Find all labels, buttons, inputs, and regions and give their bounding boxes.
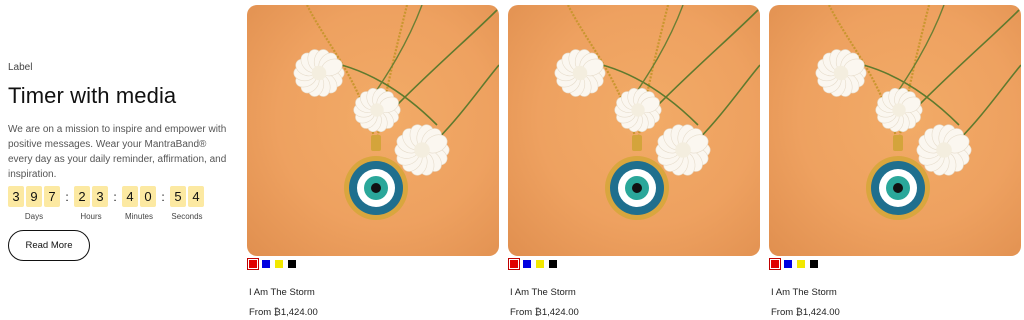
timer-digit: 0 <box>140 186 156 207</box>
color-swatches <box>508 258 557 270</box>
timer-unit-label: Hours <box>80 212 102 221</box>
product-card[interactable] <box>769 5 1021 256</box>
color-swatch[interactable] <box>536 260 544 268</box>
timer-digit: 9 <box>26 186 42 207</box>
product-image[interactable] <box>508 5 760 256</box>
timer-separator: : <box>113 189 117 204</box>
timer-separator: : <box>65 189 69 204</box>
timer-digit: 5 <box>170 186 186 207</box>
section-eyebrow: Label <box>8 62 33 73</box>
timer-unit-minutes: 4 0 Minutes <box>122 186 156 221</box>
section-title: Timer with media <box>8 83 177 108</box>
timer-digit: 3 <box>8 186 24 207</box>
timer-with-media-section: Label Timer with media We are on a missi… <box>0 0 1024 320</box>
color-swatch[interactable] <box>549 260 557 268</box>
timer-digit: 4 <box>188 186 204 207</box>
product-price: From ₿1,424.00 <box>510 307 579 318</box>
product-card[interactable] <box>247 5 499 256</box>
color-swatch[interactable] <box>262 260 270 268</box>
color-swatch[interactable] <box>810 260 818 268</box>
timer-digit: 7 <box>44 186 60 207</box>
timer-unit-days: 3 9 7 Days <box>8 186 60 221</box>
section-description: We are on a mission to inspire and empow… <box>8 124 227 180</box>
color-swatch[interactable] <box>247 258 259 270</box>
color-swatches <box>247 258 296 270</box>
timer-unit-label: Minutes <box>124 212 153 221</box>
color-swatch[interactable] <box>797 260 805 268</box>
product-title[interactable]: I Am The Storm <box>771 287 837 298</box>
timer-digit: 3 <box>92 186 108 207</box>
timer-unit-label: Days <box>24 212 44 221</box>
product-title[interactable]: I Am The Storm <box>510 287 576 298</box>
color-swatch[interactable] <box>523 260 531 268</box>
product-card[interactable] <box>508 5 760 256</box>
product-price: From ₿1,424.00 <box>771 307 840 318</box>
countdown-timer: 3 9 7 Days:2 3 Hours:4 0 Minutes:5 4 Seconds <box>8 186 204 221</box>
color-swatches <box>769 258 818 270</box>
timer-separator: : <box>161 189 165 204</box>
timer-unit-hours: 2 3 Hours <box>74 186 108 221</box>
timer-digit: 4 <box>122 186 138 207</box>
product-image[interactable] <box>769 5 1021 256</box>
color-swatch[interactable] <box>784 260 792 268</box>
read-more-button[interactable]: Read More <box>8 230 90 261</box>
color-swatch[interactable] <box>275 260 283 268</box>
timer-unit-label: Seconds <box>171 212 203 221</box>
color-swatch[interactable] <box>769 258 781 270</box>
color-swatch[interactable] <box>288 260 296 268</box>
product-title[interactable]: I Am The Storm <box>249 287 315 298</box>
product-image[interactable] <box>247 5 499 256</box>
timer-digit: 2 <box>74 186 90 207</box>
product-price: From ₿1,424.00 <box>249 307 318 318</box>
timer-unit-seconds: 5 4 Seconds <box>170 186 204 221</box>
color-swatch[interactable] <box>508 258 520 270</box>
